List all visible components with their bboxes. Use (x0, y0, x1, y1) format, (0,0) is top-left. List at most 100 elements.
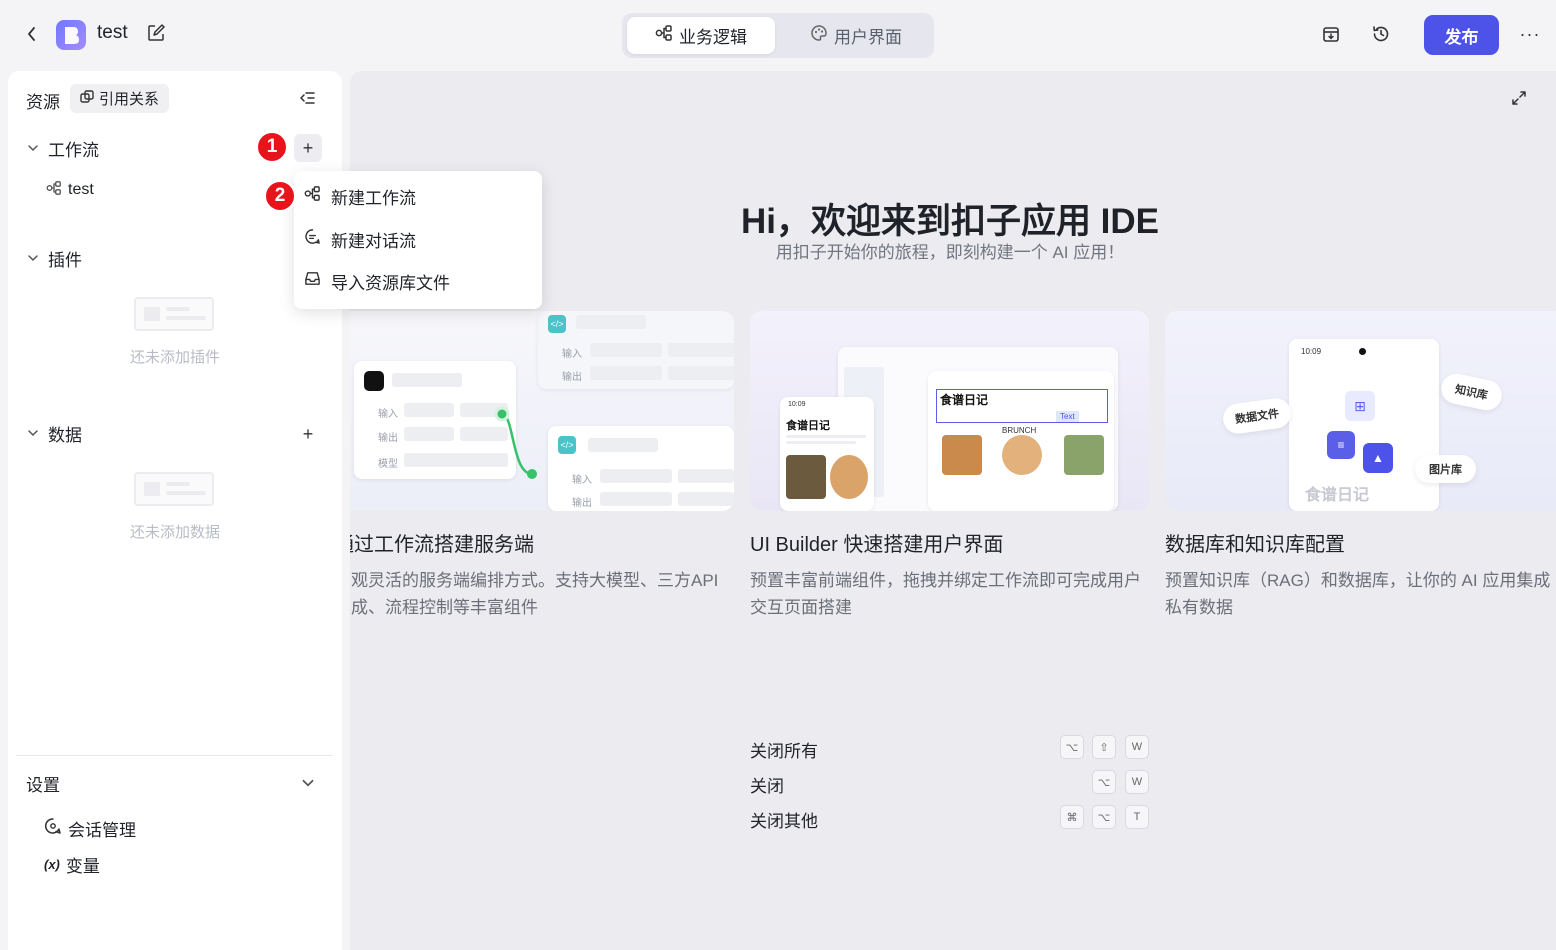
add-data-button[interactable]: + (294, 420, 322, 448)
shortcut-close: 关闭 ⌥ W (750, 770, 1150, 796)
mode-switch: 业务逻辑 用户界面 (622, 13, 934, 58)
key-w: W (1125, 770, 1149, 794)
code-icon: </> (558, 436, 576, 454)
workflow-icon (46, 180, 62, 201)
phone-time: 10:09 (788, 401, 806, 408)
inbox-icon (304, 270, 321, 292)
app-name: test (97, 22, 128, 43)
tree-item-workflow-test[interactable]: test (46, 178, 94, 202)
builder-page: 食谱日记 Text BRUNCH (928, 371, 1114, 511)
chat-icon (304, 228, 321, 250)
shortcut-close-all: 关闭所有 ⌥ ⇧ W (750, 735, 1150, 761)
key-w: W (1125, 735, 1149, 759)
section-plugin-label: 插件 (48, 250, 82, 270)
key-t: T (1125, 805, 1149, 829)
empty-plugin-text: 还未添加插件 (130, 349, 221, 366)
key-option: ⌥ (1092, 805, 1116, 829)
publish-button[interactable]: 发布 (1424, 15, 1499, 55)
tab-user-interface[interactable]: 用户界面 (782, 17, 930, 54)
top-bar: test 业务逻辑 用户界面 发布 ··· (0, 0, 1556, 70)
shortcut-label: 关闭其他 (750, 812, 818, 831)
image-icon: ▲ (1363, 443, 1393, 473)
settings-title: 设置 (26, 776, 60, 795)
grid-icon: ⊞ (1345, 391, 1375, 421)
database-card-illustration: 10:09 ⊞ ≡ ▲ 食谱日记 数据文件 知识库 图片库 (1165, 311, 1556, 511)
data-file-chip: 数据文件 (1221, 396, 1293, 436)
workflow-icon (655, 24, 673, 47)
chevron-down-icon (28, 255, 38, 262)
chevron-down-icon (28, 145, 38, 152)
archive-icon[interactable] (1319, 22, 1343, 46)
phone-recipe-title: 食谱日记 (786, 420, 830, 432)
step-badge-1: 1 (256, 131, 288, 163)
image-lib-chip: 图片库 (1415, 455, 1476, 483)
llm-model-label: 模型 (378, 459, 398, 470)
code-icon: </> (548, 315, 566, 333)
connector-line (494, 406, 537, 479)
doc-icon: ≡ (1327, 431, 1355, 459)
settings-item-session-management[interactable]: 会话管理 (44, 816, 136, 840)
section-plugin[interactable]: 插件 (26, 245, 82, 271)
menu-item-label: 导入资源库文件 (331, 273, 450, 293)
more-icon[interactable]: ··· (1518, 22, 1542, 46)
empty-data-illustration (134, 472, 214, 506)
card-workflow-desc: 可观灵活的服务端编排方式。支持大模型、三方API集成、流程控制等丰富组件 (350, 571, 719, 617)
builder-canvas: 食谱日记 Text BRUNCH (838, 347, 1118, 511)
menu-item-new-chatflow[interactable]: 新建对话流 (294, 219, 542, 259)
add-resource-menu: 新建工作流 新建对话流 导入资源库文件 (294, 171, 542, 309)
link-icon (80, 89, 94, 108)
tree-item-label: test (68, 181, 94, 198)
menu-item-new-workflow[interactable]: 新建工作流 (294, 176, 542, 216)
history-icon[interactable] (1369, 22, 1393, 46)
expand-icon[interactable] (1510, 89, 1530, 109)
empty-data-text: 还未添加数据 (130, 524, 221, 541)
code-node-top: </> 输入 输出 (538, 311, 734, 389)
llm-node: 输入 输出 模型 (354, 361, 516, 479)
card-database-desc: 预置知识库（RAG）和数据库，让你的 AI 应用集成私有数据 (1165, 571, 1551, 617)
text-tag: Text (1056, 411, 1079, 422)
phone-time: 10:09 (1301, 347, 1322, 356)
shortcut-label: 关闭 (750, 777, 784, 796)
section-workflow[interactable]: 工作流 (26, 135, 99, 161)
sidebar-title: 资源 (26, 93, 60, 112)
section-workflow-label: 工作流 (48, 140, 99, 160)
phone-preview: 10:09 食谱日记 (780, 397, 874, 511)
shortcut-close-others: 关闭其他 ⌘ ⌥ T (750, 805, 1150, 831)
builder-recipe-title: 食谱日记 (940, 393, 989, 407)
menu-item-label: 新建工作流 (331, 188, 416, 208)
edit-icon[interactable] (147, 24, 167, 44)
workflow-icon (304, 185, 321, 207)
workflow-card-illustration: </> 输入 输出 输入 输出 模型 </> 输入 输出 (350, 311, 734, 511)
step-badge-2: 2 (264, 180, 296, 212)
settings-item-variable[interactable]: (x) 变量 (44, 852, 100, 876)
tab-business-logic-label: 业务逻辑 (679, 28, 747, 47)
code-input-label: 输入 (562, 349, 582, 360)
key-option: ⌥ (1092, 770, 1116, 794)
key-command: ⌘ (1060, 805, 1084, 829)
section-data[interactable]: 数据 (26, 420, 82, 446)
tab-business-logic[interactable]: 业务逻辑 (627, 17, 775, 54)
llm-icon (364, 371, 384, 391)
palette-icon (810, 24, 828, 47)
empty-plugin-illustration (134, 297, 214, 331)
code-output-label: 输出 (562, 372, 582, 383)
db-recipe-title: 食谱日记 (1305, 487, 1370, 504)
ui-builder-card-illustration: 食谱日记 Text BRUNCH 10:09 食谱日记 (750, 311, 1149, 511)
shortcut-label: 关闭所有 (750, 742, 818, 761)
chevron-down-icon (28, 430, 38, 437)
chevron-down-icon[interactable] (300, 775, 316, 791)
card-database-title: 数据库和知识库配置 (1165, 534, 1345, 556)
knowledge-chip: 知识库 (1438, 370, 1505, 414)
add-workflow-button[interactable]: + (294, 134, 322, 162)
menu-item-import-library[interactable]: 导入资源库文件 (294, 261, 542, 301)
reference-relation-button[interactable]: 引用关系 (70, 84, 170, 113)
sidebar-divider (16, 755, 332, 756)
app-logo-icon (56, 20, 86, 50)
collapse-sidebar-icon[interactable] (298, 89, 318, 109)
settings-item-label: 会话管理 (68, 820, 136, 840)
code-output-label: 输出 (572, 498, 592, 509)
section-data-label: 数据 (48, 425, 82, 445)
code-node-bottom: </> 输入 输出 (548, 426, 734, 511)
back-icon[interactable] (20, 22, 44, 46)
reference-relation-label: 引用关系 (99, 91, 160, 108)
